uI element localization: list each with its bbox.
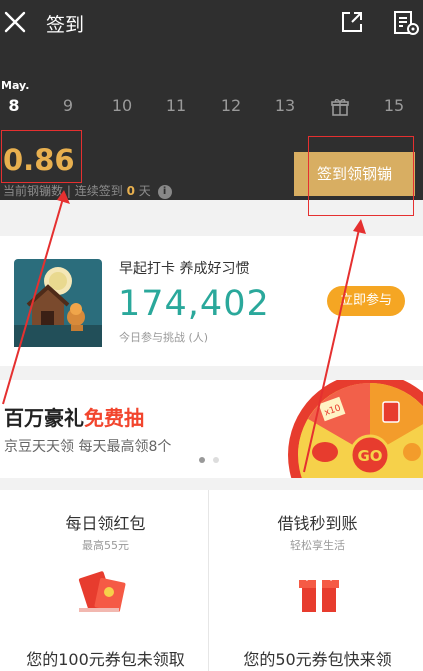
participant-label: 今日参与挑战 (人) <box>119 331 209 344</box>
loan-sub: 轻松享生活 <box>290 539 345 552</box>
date-item-13[interactable]: 13 <box>270 96 300 115</box>
info-icon[interactable]: i <box>157 184 172 199</box>
record-document-icon[interactable] <box>393 10 421 36</box>
streak-unit: 天 <box>138 184 151 198</box>
challenge-heading: 早起打卡 养成好习惯 <box>119 261 250 277</box>
date-item-12[interactable]: 12 <box>216 96 246 115</box>
carousel-dot[interactable] <box>213 457 219 463</box>
join-now-button[interactable]: 立即参与 <box>327 286 405 316</box>
daily-red-packet-cell[interactable]: 每日领红包 最高55元 您的100元券包未领取 <box>0 490 211 671</box>
annotation-box-signin <box>308 136 414 216</box>
coin-label: 当前钢镚数 <box>3 184 64 198</box>
top-bar: 签到 <box>0 0 423 46</box>
page-title: 签到 <box>46 14 85 36</box>
promo-title-accent: 免费抽 <box>84 406 144 430</box>
red-packet-title: 每日领红包 <box>65 514 146 533</box>
promo-title-prefix: 百万豪礼 <box>4 406 84 430</box>
wheel-go-label: GO <box>357 447 382 465</box>
dog-house-illustration <box>14 259 102 347</box>
streak-label: 连续签到 <box>74 184 123 198</box>
date-item-15[interactable]: 15 <box>379 96 409 115</box>
early-checkin-card[interactable]: 早起打卡 养成好习惯 174,402 今日参与挑战 (人) 立即参与 <box>0 236 423 366</box>
carousel-dots[interactable] <box>199 457 223 465</box>
prize-wheel-illustration: GO x10 <box>288 380 423 478</box>
red-packet-sub: 最高55元 <box>82 539 129 552</box>
promo-subtitle: 京豆天天领 每天最高领8个 <box>4 439 172 455</box>
date-item-8[interactable]: 8 <box>0 96 29 115</box>
gift-box-icon <box>299 571 339 612</box>
separator: | <box>66 184 71 198</box>
carousel-dot-active[interactable] <box>199 457 205 463</box>
date-item-11[interactable]: 11 <box>161 96 191 115</box>
date-item-10[interactable]: 10 <box>107 96 137 115</box>
coin-info-line: 当前钢镚数 | 连续签到 0 天 i <box>3 182 172 199</box>
grid-divider <box>208 490 209 671</box>
lottery-promo-banner[interactable]: 百万豪礼免费抽 京豆天天领 每天最高领8个 GO x10 <box>0 380 423 478</box>
signin-header: 签到 May. 8 9 10 11 12 13 15 0.86 当前钢镚数 | … <box>0 0 423 216</box>
promo-title: 百万豪礼免费抽 <box>4 402 144 431</box>
service-grid: 每日领红包 最高55元 您的100元券包未领取 借钱秒到账 轻松享生活 您的50… <box>0 490 423 671</box>
instant-loan-cell[interactable]: 借钱秒到账 轻松享生活 您的50元券包快来领 <box>212 490 423 671</box>
gift-icon[interactable] <box>331 98 349 116</box>
month-label: May. <box>1 79 30 92</box>
loan-coupon: 您的50元券包快来领 <box>243 650 392 669</box>
close-icon[interactable] <box>3 10 27 34</box>
red-packet-coupon: 您的100元券包未领取 <box>26 650 185 669</box>
red-packet-icon <box>78 571 126 613</box>
loan-title: 借钱秒到账 <box>277 514 358 533</box>
date-strip: 8 9 10 11 12 13 15 <box>0 96 423 120</box>
share-icon[interactable] <box>340 10 364 34</box>
streak-value: 0 <box>126 184 135 198</box>
participant-count: 174,402 <box>118 284 270 324</box>
annotation-box-balance <box>1 130 82 183</box>
date-item-9[interactable]: 9 <box>53 96 83 115</box>
